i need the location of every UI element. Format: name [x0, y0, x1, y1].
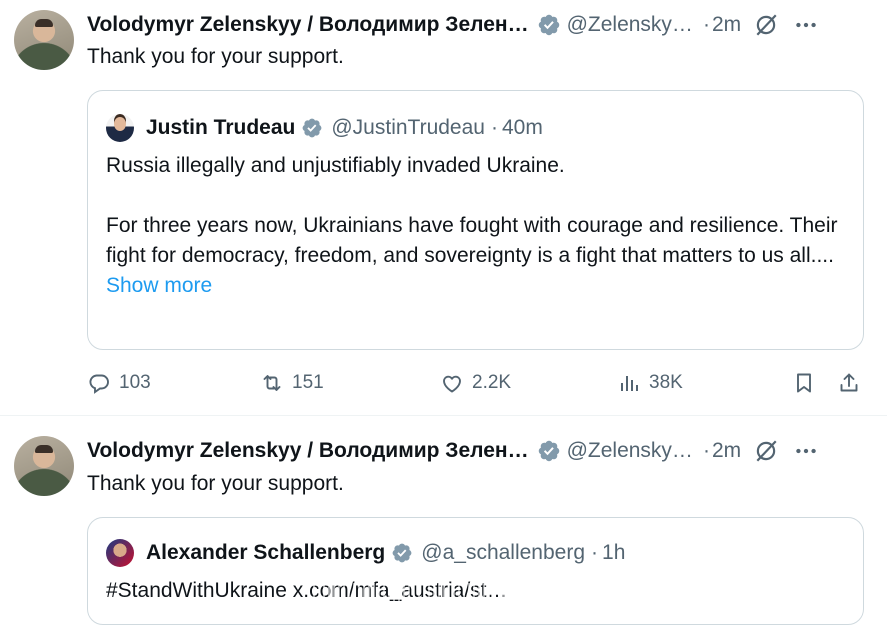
separator-dot: ·	[702, 439, 710, 462]
tweet-header: Volodymyr Zelenskyy / Володимир Зелен… @…	[87, 10, 873, 40]
quoted-author-handle[interactable]: @a_schallenberg	[421, 541, 585, 565]
quoted-tweet-header: Justin Trudeau @JustinTrudeau · 40m	[106, 113, 543, 143]
like-button[interactable]: 2.2K	[440, 366, 511, 400]
quoted-paragraph: #StandWithUkraine x.com/mfa_austria/st…	[106, 579, 508, 602]
share-icon	[840, 373, 858, 392]
author-name[interactable]: Volodymyr Zelenskyy / Володимир Зелен…	[87, 439, 529, 463]
reply-icon	[89, 374, 109, 394]
like-icon	[443, 375, 461, 393]
tweet-text: Thank you for your support.	[87, 472, 344, 495]
more-icon[interactable]	[793, 438, 819, 464]
timestamp[interactable]: 2m	[712, 439, 741, 463]
timestamp[interactable]: 2m	[712, 13, 741, 37]
quoted-author-name[interactable]: Alexander Schallenberg	[146, 541, 385, 565]
repost-icon	[263, 375, 281, 391]
separator-dot: ·	[591, 541, 599, 564]
quoted-author-name[interactable]: Justin Trudeau	[146, 116, 295, 140]
repost-button[interactable]: 151	[260, 366, 324, 400]
quoted-tweet-header: Alexander Schallenberg @a_schallenberg ·…	[106, 538, 625, 568]
tweet[interactable]: Volodymyr Zelenskyy / Володимир Зелен… @…	[0, 0, 887, 416]
views-icon	[621, 376, 638, 391]
author-handle[interactable]: @Zelensky…	[567, 13, 693, 37]
views-count: 38K	[649, 372, 683, 393]
author-name[interactable]: Volodymyr Zelenskyy / Володимир Зелен…	[87, 13, 529, 37]
grok-icon[interactable]	[753, 12, 779, 38]
separator-dot: ·	[702, 13, 710, 36]
avatar[interactable]	[106, 114, 134, 142]
tweet-actions: 103 151 2.2K 38K	[87, 366, 864, 400]
tweet-header: Volodymyr Zelenskyy / Володимир Зелен… @…	[87, 436, 873, 466]
show-more-link[interactable]: Show more	[106, 271, 845, 301]
separator-dot: ·	[490, 116, 498, 139]
share-button[interactable]	[837, 366, 861, 400]
quoted-tweet[interactable]: Justin Trudeau @JustinTrudeau · 40m Russ…	[87, 90, 864, 350]
bookmark-button[interactable]	[792, 366, 816, 400]
quoted-paragraph: Russia illegally and unjustifiably invad…	[106, 154, 565, 177]
reply-count: 103	[119, 372, 151, 393]
verified-badge-icon	[538, 14, 559, 36]
verified-badge-icon	[392, 543, 412, 563]
quoted-paragraph: For three years now, Ukrainians have fou…	[106, 214, 838, 267]
author-handle[interactable]: @Zelensky…	[567, 439, 693, 463]
avatar[interactable]	[14, 436, 74, 496]
avatar[interactable]	[106, 539, 134, 567]
like-count: 2.2K	[472, 372, 512, 393]
quoted-author-handle[interactable]: @JustinTrudeau	[331, 116, 485, 140]
repost-count: 151	[292, 372, 324, 393]
reply-button[interactable]: 103	[87, 366, 151, 400]
tweet[interactable]: Volodymyr Zelenskyy / Володимир Зелен… @…	[0, 417, 887, 636]
quoted-tweet-text: #StandWithUkraine x.com/mfa_austria/st…	[106, 576, 845, 606]
bookmark-icon	[797, 373, 811, 393]
quoted-timestamp[interactable]: 40m	[502, 116, 543, 140]
views-button[interactable]: 38K	[617, 366, 683, 400]
tweet-text: Thank you for your support.	[87, 45, 344, 68]
more-icon[interactable]	[793, 12, 819, 38]
quoted-tweet-text: Russia illegally and unjustifiably invad…	[106, 151, 845, 301]
quoted-timestamp[interactable]: 1h	[602, 541, 625, 565]
verified-badge-icon	[302, 118, 322, 138]
grok-icon[interactable]	[753, 438, 779, 464]
verified-badge-icon	[538, 440, 559, 462]
avatar[interactable]	[14, 10, 74, 70]
quoted-tweet[interactable]: Alexander Schallenberg @a_schallenberg ·…	[87, 517, 864, 625]
